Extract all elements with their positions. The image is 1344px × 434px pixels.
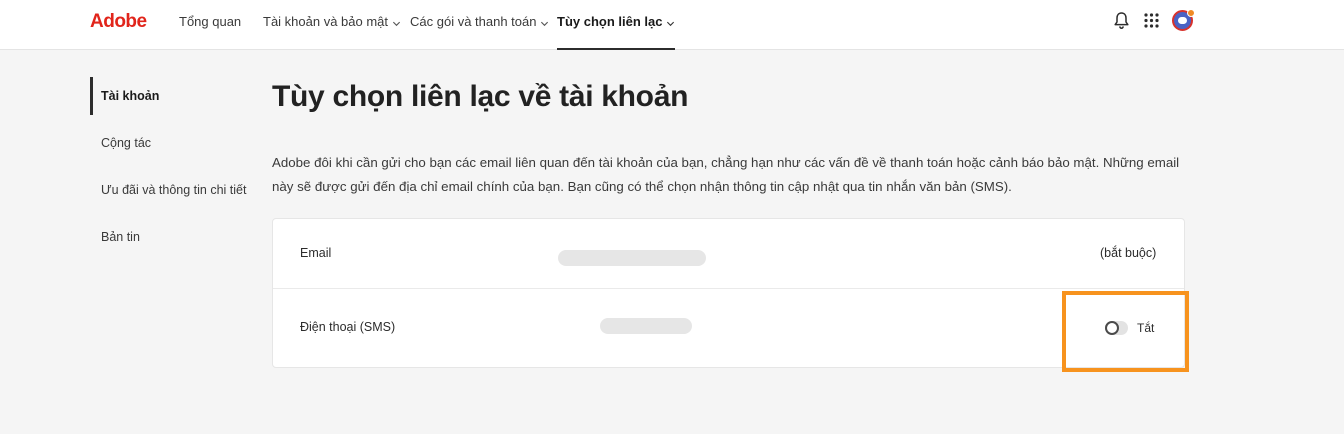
top-nav-bar: Adobe Tổng quan Tài khoản và bảo mật Các… <box>0 0 1344 50</box>
sidebar-active-indicator <box>90 77 93 115</box>
required-status: (bắt buộc) <box>1100 246 1157 260</box>
row-divider <box>273 288 1184 289</box>
chevron-down-icon <box>540 16 549 27</box>
avatar[interactable] <box>1172 9 1195 31</box>
page-title: Tùy chọn liên lạc về tài khoản <box>272 80 689 113</box>
bell-icon[interactable] <box>1113 11 1130 35</box>
sidebar-item-newsletters[interactable]: Bản tin <box>101 230 140 244</box>
chevron-down-icon <box>392 16 401 27</box>
nav-account-security-label: Tài khoản và bảo mật <box>263 14 389 29</box>
sidebar-item-collaboration[interactable]: Cộng tác <box>101 136 151 150</box>
nav-account-security[interactable]: Tài khoản và bảo mật <box>263 14 401 50</box>
apps-grid-icon[interactable] <box>1144 13 1159 33</box>
contact-preferences-card: Email (bắt buộc) Điện thoại (SMS) Tắt <box>272 218 1185 368</box>
masked-phone-value <box>600 318 692 334</box>
sms-row-label: Điện thoại (SMS) <box>300 320 396 334</box>
highlight-box <box>1062 291 1189 372</box>
nav-communication-preferences[interactable]: Tùy chọn liên lạc <box>557 14 676 50</box>
adobe-logo[interactable]: Adobe <box>90 11 147 33</box>
sidebar-item-account[interactable]: Tài khoản <box>101 89 159 103</box>
email-row-label: Email <box>300 246 332 260</box>
notification-dot <box>1187 9 1195 17</box>
masked-email-value <box>558 250 706 266</box>
page-description: Adobe đôi khi cần gửi cho bạn các email … <box>272 155 1180 194</box>
nav-overview[interactable]: Tổng quan <box>179 14 241 50</box>
nav-plans-payment-label: Các gói và thanh toán <box>410 14 537 29</box>
nav-plans-payment[interactable]: Các gói và thanh toán <box>410 14 549 50</box>
nav-communication-preferences-label: Tùy chọn liên lạc <box>557 14 663 29</box>
nav-overview-label: Tổng quan <box>179 14 242 29</box>
avatar-face <box>1178 17 1187 24</box>
chevron-down-icon <box>666 16 675 27</box>
sidebar-item-offers-insights[interactable]: Ưu đãi và thông tin chi tiết <box>101 183 246 197</box>
